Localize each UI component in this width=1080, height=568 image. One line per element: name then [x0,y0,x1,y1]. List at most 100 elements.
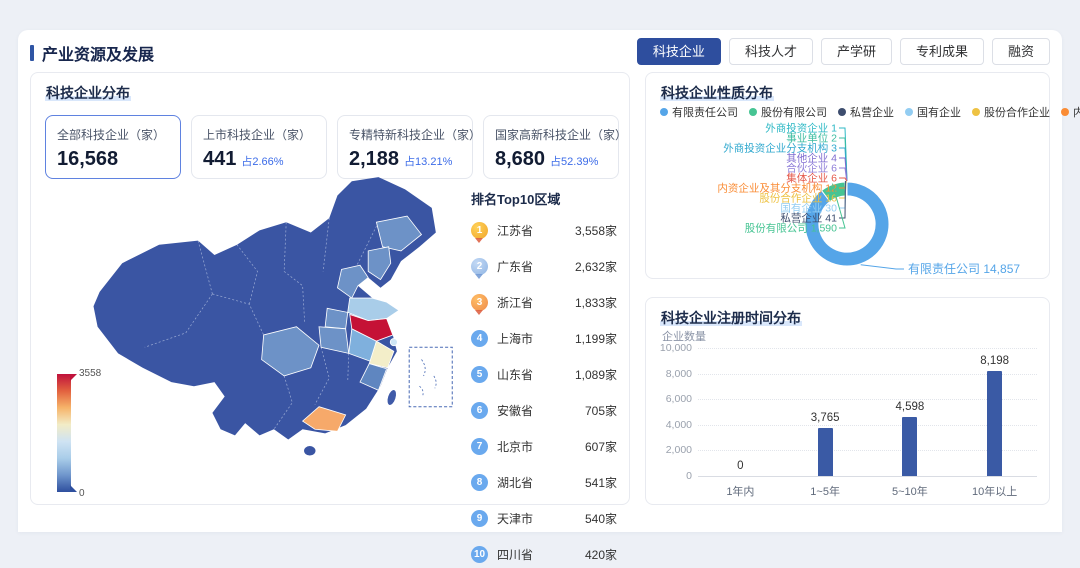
region-value: 1,833家 [575,294,617,311]
legend-item-3[interactable]: 国有企业 [905,104,961,120]
top10-title: 排名Top10区域 [471,189,617,208]
bar-10年以上[interactable] [987,371,1002,476]
x-category-label: 1年内 [700,483,780,499]
legend-dot-icon [660,108,668,116]
legend-item-2[interactable]: 私营企业 [838,104,894,120]
scale-min-label: 0 [79,488,85,499]
page-title-wrap: 产业资源及发展 [30,41,154,65]
rank-medal-icon: 4 [471,330,488,347]
donut-main-label: 有限责任公司 14,857 [908,262,1020,276]
enterprise-distribution-card: 科技企业分布 全部科技企业（家） 16,568 上市科技企业（家） 441占2.… [30,72,630,505]
legend-item-1[interactable]: 股份有限公司 [749,104,827,120]
nature-title: 科技企业性质分布 [660,83,774,103]
rank-medal-icon: 7 [471,438,488,455]
legend-dot-icon [1061,108,1069,116]
enterprise-nature-donut[interactable]: 外商投资企业 1事业单位 2外商投资企业分支机构 3其他企业 4合伙企业 6集体… [648,119,1048,277]
region-name: 山东省 [497,366,575,383]
top10-row: 9 天津市540家 [471,504,617,532]
legend-dot-icon [749,108,757,116]
legend-dot-icon [905,108,913,116]
gridline [698,348,1037,349]
dashboard-container: 产业资源及发展 科技企业 科技人才 产学研 专利成果 融资 科技企业分布 全部科… [18,30,1062,532]
top10-row: 4 上海市1,199家 [471,324,617,352]
top10-row: 5山东省1,089家 [471,360,617,388]
donut-leader-line [839,178,847,181]
bar-value-label: 8,198 [965,355,1025,367]
donut-leader-line [861,265,904,269]
china-map[interactable] [77,173,479,501]
stats-row: 全部科技企业（家） 16,568 上市科技企业（家） 441占2.66% 专精特… [45,115,619,179]
legend-dot-icon [972,108,980,116]
region-name: 湖北省 [497,474,585,491]
region-value: 705家 [585,402,617,419]
region-name: 安徽省 [497,402,585,419]
rank-medal-icon: 5 [471,366,488,383]
y-tick-label: 4,000 [652,419,692,431]
y-tick-label: 6,000 [652,393,692,405]
y-tick-label: 8,000 [652,368,692,380]
region-value: 2,632家 [575,258,617,275]
rank-medal-icon: 1 [471,222,488,239]
bar-5~10年[interactable] [902,417,917,476]
tab-bar: 科技企业 科技人才 产学研 专利成果 融资 [637,38,1050,65]
rank-medal-icon: 9 [471,510,488,527]
x-category-label: 10年以上 [955,483,1035,499]
rank-medal-icon: 3 [471,294,488,311]
bar-value-label: 0 [710,460,770,472]
rank-medal-icon: 10 [471,546,488,563]
legend-dot-icon [838,108,846,116]
distribution-title: 科技企业分布 [45,83,131,103]
region-name: 广东省 [497,258,575,275]
top10-row: 8 湖北省541家 [471,468,617,496]
bar-value-label: 3,765 [795,412,855,424]
region-name: 北京市 [497,438,585,455]
tab-patent-results[interactable]: 专利成果 [900,38,984,65]
y-tick-label: 2,000 [652,444,692,456]
page-title: 产业资源及发展 [42,41,154,65]
top10-rows: 1江苏省3,558家2广东省2,632家3浙江省1,833家4上海市1,199家… [471,216,617,568]
page-header: 产业资源及发展 科技企业 科技人才 产学研 专利成果 融资 [18,30,1062,72]
region-name: 江苏省 [497,222,575,239]
y-tick-label: 0 [652,470,692,482]
tab-financing[interactable]: 融资 [992,38,1050,65]
bar-1~5年[interactable] [818,428,833,476]
legend-item-0[interactable]: 有限责任公司 [660,104,738,120]
region-value: 1,199家 [575,330,617,347]
top10-row: 2广东省2,632家 [471,252,617,280]
x-category-label: 5~10年 [870,483,950,499]
gridline [698,476,1037,477]
region-value: 541家 [585,474,617,491]
title-accent-bar [30,45,34,61]
stat-card-specialized[interactable]: 专精特新科技企业（家） 2,188占13.21% [337,115,473,179]
stat-card-national-hightech[interactable]: 国家高新科技企业（家） 8,680占52.39% [483,115,619,179]
region-name: 天津市 [497,510,585,527]
top10-row: 6安徽省705家 [471,396,617,424]
south-china-sea-inset [409,347,452,406]
top10-row: 1江苏省3,558家 [471,216,617,244]
region-value: 607家 [585,438,617,455]
region-value: 540家 [585,510,617,527]
enterprise-nature-card: 科技企业性质分布 有限责任公司 股份有限公司 私营企业 国有企业 股份合作企业 … [645,72,1050,279]
top10-row: 7 北京市607家 [471,432,617,460]
rank-medal-icon: 8 [471,474,488,491]
region-name: 上海市 [497,330,575,347]
scale-max-marker [70,374,77,381]
scale-gradient-bar [57,374,71,492]
tab-tech-enterprise[interactable]: 科技企业 [637,38,721,65]
y-tick-label: 10,000 [652,342,692,354]
bar-value-label: 4,598 [880,401,940,413]
x-category-label: 1~5年 [785,483,865,499]
tab-tech-talent[interactable]: 科技人才 [729,38,813,65]
stat-card-listed[interactable]: 上市科技企业（家） 441占2.66% [191,115,327,179]
region-name: 浙江省 [497,294,575,311]
scale-max-label: 3558 [79,368,101,379]
registration-bar-chart[interactable]: 0 2,000 4,000 6,000 8,000 10,000 0 1年内 3,765 1~5年… [646,298,1051,506]
scale-min-marker [70,485,77,492]
tab-industry-academia[interactable]: 产学研 [821,38,892,65]
legend-item-5-truncated[interactable]: 内 [1061,104,1080,120]
legend-item-4[interactable]: 股份合作企业 [972,104,1050,120]
stat-card-all[interactable]: 全部科技企业（家） 16,568 [45,115,181,179]
top10-list: 排名Top10区域 1江苏省3,558家2广东省2,632家3浙江省1,833家… [471,189,617,568]
top10-row: 3 浙江省1,833家 [471,288,617,316]
region-value: 420家 [585,546,617,563]
